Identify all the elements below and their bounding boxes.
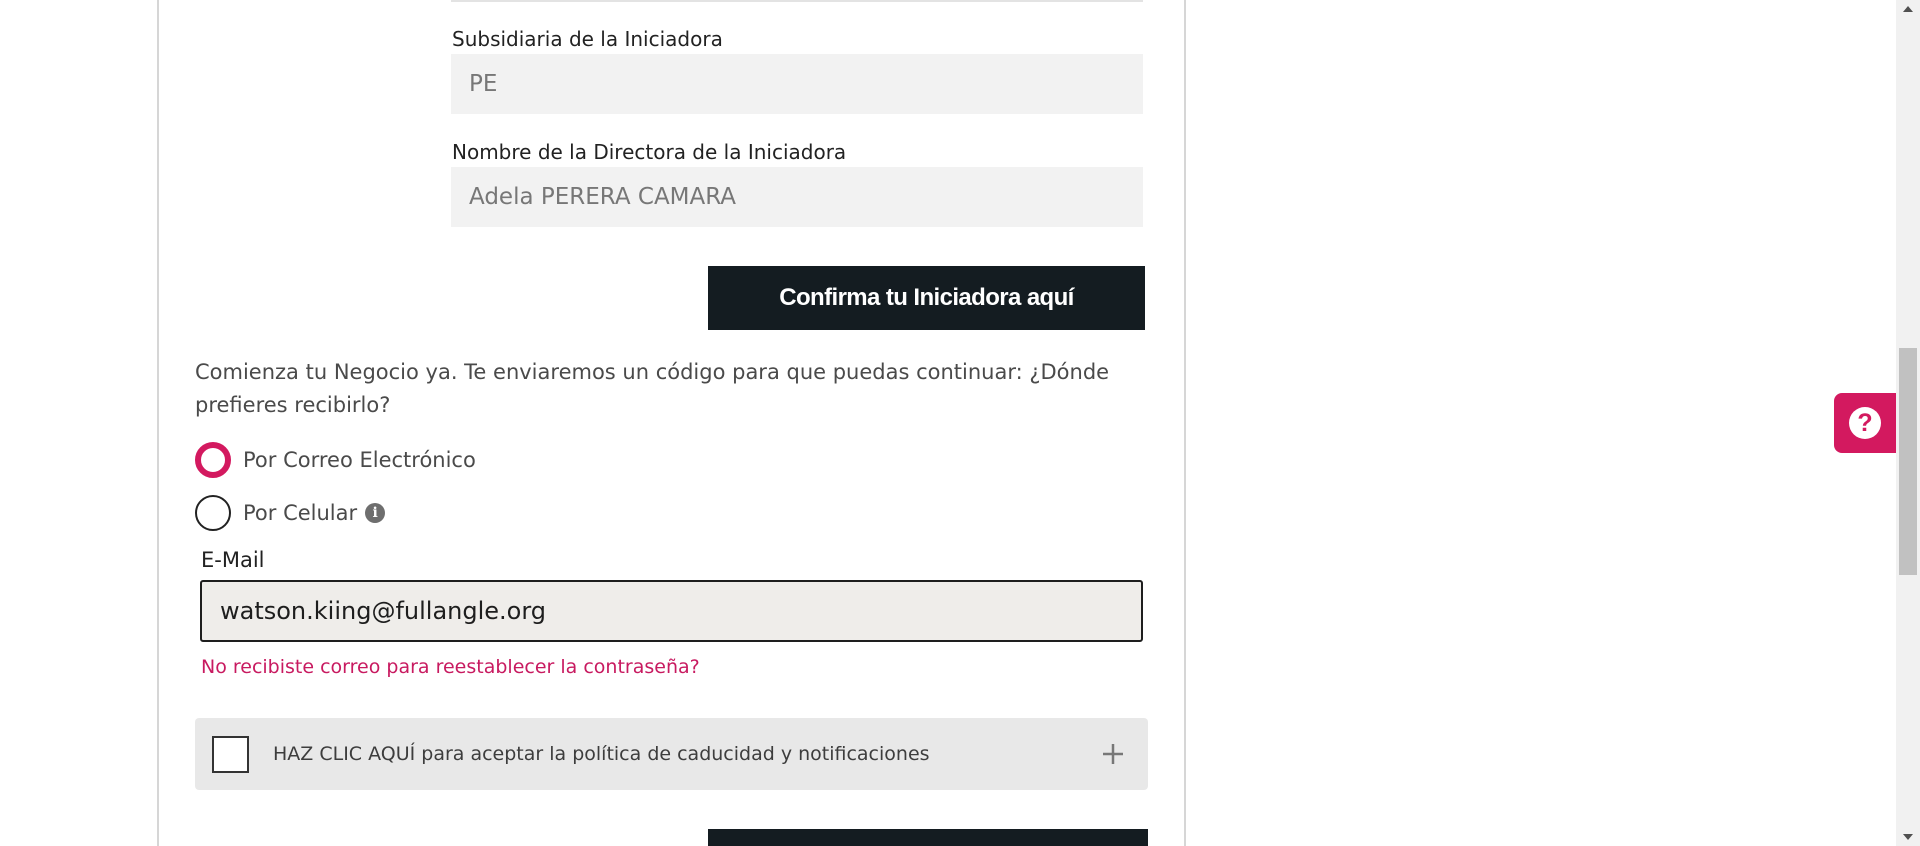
question-icon: ? — [1849, 407, 1881, 439]
policy-checkbox[interactable] — [212, 735, 249, 773]
subsidiary-value: PE — [469, 71, 498, 97]
scrollbar[interactable] — [1896, 0, 1920, 846]
scroll-thumb[interactable] — [1899, 348, 1917, 575]
forgot-email-link[interactable]: No recibiste correo para reestablecer la… — [201, 656, 700, 678]
plus-icon[interactable] — [1102, 743, 1124, 765]
email-input[interactable] — [200, 580, 1143, 642]
director-name-label: Nombre de la Directora de la Iniciadora — [452, 140, 847, 164]
email-option-label: Por Correo Electrónico — [243, 448, 476, 472]
subsidiary-field: PE — [451, 54, 1143, 114]
previous-field-edge — [451, 0, 1143, 2]
option-email[interactable]: Por Correo Electrónico — [195, 442, 476, 478]
info-icon[interactable]: i — [365, 503, 386, 523]
director-name-field: Adela PERERA CAMARA — [451, 167, 1143, 227]
option-phone[interactable]: Por Celular i — [195, 495, 386, 531]
confirm-initiator-button[interactable]: Confirma tu Iniciadora aquí — [708, 266, 1145, 330]
next-button[interactable] — [708, 829, 1148, 846]
scroll-up-arrow[interactable] — [1896, 0, 1920, 18]
help-button[interactable]: ? — [1834, 393, 1896, 453]
policy-accordion[interactable]: HAZ CLIC AQUÍ para aceptar la política d… — [195, 718, 1148, 790]
phone-radio[interactable] — [195, 495, 231, 531]
director-name-value: Adela PERERA CAMARA — [469, 184, 737, 210]
code-delivery-prompt: Comienza tu Negocio ya. Te enviaremos un… — [195, 360, 1110, 417]
phone-option-label: Por Celular — [243, 501, 358, 525]
policy-label: HAZ CLIC AQUÍ para aceptar la política d… — [273, 743, 930, 765]
email-radio[interactable] — [195, 442, 231, 478]
subsidiary-label: Subsidiaria de la Iniciadora — [452, 27, 723, 51]
scroll-down-arrow[interactable] — [1896, 828, 1920, 846]
email-label: E-Mail — [201, 548, 265, 572]
